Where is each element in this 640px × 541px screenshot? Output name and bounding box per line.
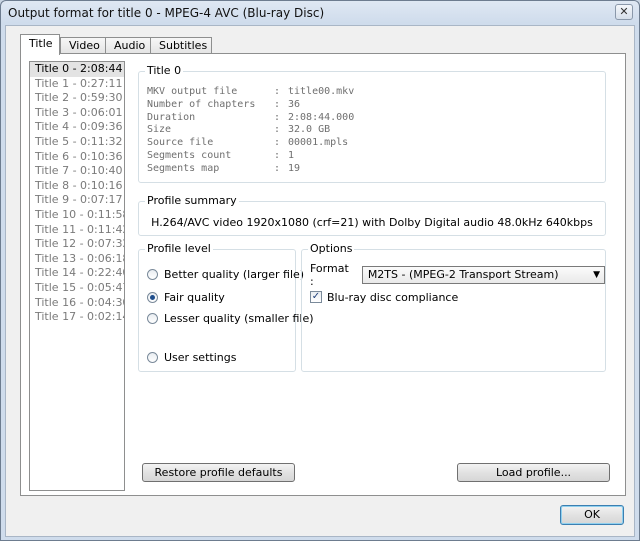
info-key: Duration	[147, 111, 196, 123]
info-key: Segments map	[147, 162, 220, 174]
info-separator: :	[274, 124, 281, 136]
info-separator: :	[274, 137, 281, 149]
info-row: Duration:2:08:44.000	[147, 112, 354, 125]
title-list-item[interactable]: Title 11 - 0:11:42	[30, 223, 124, 238]
info-separator: :	[274, 149, 281, 161]
info-row: Size:32.0 GB	[147, 124, 354, 137]
title-list-item[interactable]: Title 5 - 0:11:32	[30, 135, 124, 150]
restore-defaults-button[interactable]: Restore profile defaults	[142, 463, 295, 482]
checkbox[interactable]: ✓	[310, 291, 322, 303]
title-info-heading: Title 0	[145, 64, 184, 77]
info-value: 00001.mpls	[288, 137, 349, 149]
radio-label: Better quality (larger file)	[164, 267, 305, 281]
info-value: 32.0 GB	[288, 124, 331, 136]
title-list-item[interactable]: Title 2 - 0:59:30	[30, 91, 124, 106]
format-row: Format : M2TS - (MPEG-2 Transport Stream…	[310, 262, 605, 288]
info-separator: :	[274, 162, 281, 174]
options-group: Options Format : M2TS - (MPEG-2 Transpor…	[301, 242, 606, 372]
radio-label: User settings	[164, 350, 237, 364]
dialog-body: Title Video Audio Subtitles Title 0 - 2:…	[5, 25, 635, 537]
title-list-item[interactable]: Title 4 - 0:09:36	[30, 120, 124, 135]
info-key: Source file	[147, 137, 214, 149]
format-label: Format :	[310, 262, 349, 288]
format-select-value: M2TS - (MPEG-2 Transport Stream)	[367, 268, 559, 281]
title-list-item[interactable]: Title 16 - 0:04:30	[30, 296, 124, 311]
close-icon: ✕	[619, 5, 629, 18]
close-button[interactable]: ✕	[615, 4, 633, 20]
tab-title[interactable]: Title	[20, 34, 60, 55]
title-list-item[interactable]: Title 3 - 0:06:01	[30, 106, 124, 121]
radio-button[interactable]	[147, 268, 158, 280]
tab-subtitles[interactable]: Subtitles	[150, 37, 212, 54]
radio-label: Fair quality	[164, 290, 225, 304]
radio-fair-quality[interactable]: Fair quality	[147, 290, 225, 304]
title-info-table: MKV output file: title00.mkv Number of cha…	[147, 86, 354, 176]
window-title: Output format for title 0 - MPEG-4 AVC (…	[8, 6, 325, 20]
ok-button[interactable]: OK	[560, 505, 624, 525]
info-key: Size	[147, 124, 172, 136]
info-row: Number of chapters:36	[147, 99, 354, 112]
title-list-item[interactable]: Title 17 - 0:02:14	[30, 310, 124, 325]
info-value: title00.mkv	[288, 86, 355, 97]
title-list-item[interactable]: Title 0 - 2:08:44	[30, 62, 124, 77]
info-row: Source file:00001.mpls	[147, 137, 354, 150]
info-value: 36	[288, 98, 301, 110]
title-list-item[interactable]: Title 1 - 0:27:11	[30, 77, 124, 92]
info-value: 19	[288, 162, 301, 174]
info-value: 2:08:44.000	[288, 111, 355, 123]
title-list-item[interactable]: Title 8 - 0:10:16	[30, 179, 124, 194]
title-list-item[interactable]: Title 9 - 0:07:17	[30, 193, 124, 208]
title-tab-panel: Title 0 - 2:08:44 Title 1 - 0:27:11 Title …	[20, 53, 626, 496]
info-separator: :	[274, 111, 281, 123]
title-bar[interactable]: Output format for title 0 - MPEG-4 AVC (…	[1, 1, 639, 25]
profile-level-group: Profile level Better quality (larger fil…	[138, 242, 314, 372]
info-row: Segments count:1	[147, 150, 354, 163]
title-list-item[interactable]: Title 6 - 0:10:36	[30, 150, 124, 165]
profile-level-heading: Profile level	[145, 242, 213, 255]
radio-better-quality[interactable]: Better quality (larger file)	[147, 267, 304, 281]
info-row: Segments map:19	[147, 163, 354, 176]
title-list-item[interactable]: Title 14 - 0:22:40	[30, 266, 124, 281]
title-list-item[interactable]: Title 15 - 0:05:47	[30, 281, 124, 296]
format-select[interactable]: M2TS - (MPEG-2 Transport Stream) ▼	[361, 266, 605, 284]
profile-summary-group: Profile summary H.264/AVC video 1920x108…	[138, 194, 606, 236]
info-row: MKV output file: title00.mkv	[147, 86, 354, 99]
profile-summary-heading: Profile summary	[145, 194, 239, 207]
radio-button[interactable]	[147, 291, 158, 303]
checkbox-label: Blu-ray disc compliance	[327, 290, 459, 304]
title-list[interactable]: Title 0 - 2:08:44 Title 1 - 0:27:11 Title …	[29, 61, 125, 491]
info-separator: :	[274, 86, 281, 97]
radio-user-settings[interactable]: User settings	[147, 350, 236, 364]
options-heading: Options	[308, 242, 355, 255]
radio-button[interactable]	[147, 312, 158, 324]
tab-video[interactable]: Video	[60, 37, 106, 54]
info-separator: :	[274, 98, 281, 110]
bluray-compliance-checkbox[interactable]: ✓ Blu-ray disc compliance	[310, 290, 458, 304]
tab-audio[interactable]: Audio	[105, 37, 151, 54]
info-value: 1	[288, 149, 295, 161]
profile-summary-text: H.264/AVC video 1920x1080 (crf=21) with …	[151, 216, 593, 229]
load-profile-button[interactable]: Load profile...	[457, 463, 610, 482]
radio-lesser-quality[interactable]: Lesser quality (smaller file)	[147, 311, 314, 325]
info-key: Segments count	[147, 149, 232, 161]
title-info-group: Title 0 MKV output file: title00.mkv Numbe…	[138, 64, 606, 183]
title-list-item[interactable]: Title 10 - 0:11:58	[30, 208, 124, 223]
dialog-window: Output format for title 0 - MPEG-4 AVC (…	[0, 0, 640, 541]
title-list-item[interactable]: Title 13 - 0:06:18	[30, 252, 124, 267]
info-key: MKV output file	[147, 86, 238, 97]
chevron-down-icon: ▼	[593, 270, 600, 280]
radio-button[interactable]	[147, 351, 158, 363]
title-list-item[interactable]: Title 7 - 0:10:40	[30, 164, 124, 179]
info-key: Number of chapters	[147, 98, 256, 110]
radio-label: Lesser quality (smaller file)	[164, 311, 314, 325]
title-list-item[interactable]: Title 12 - 0:07:32	[30, 237, 124, 252]
